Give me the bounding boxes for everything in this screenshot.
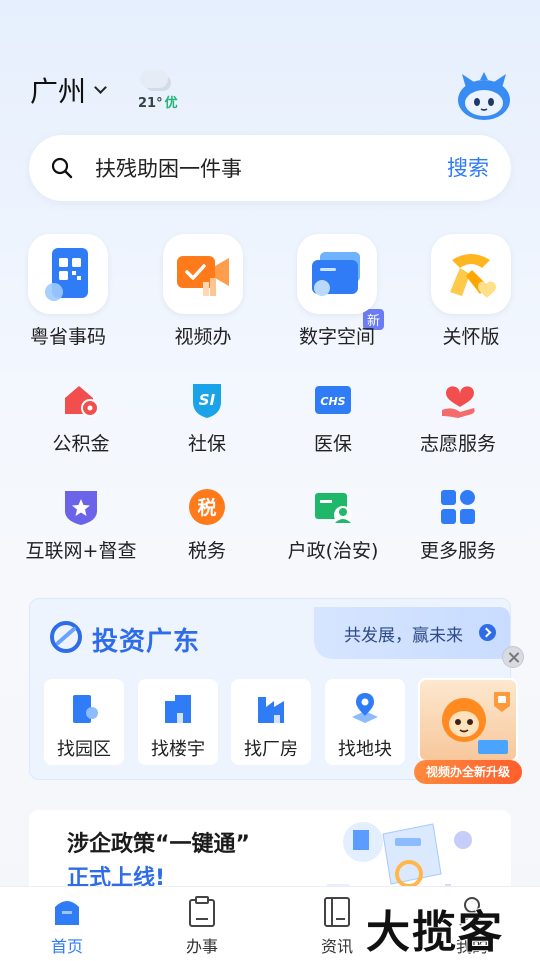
arrow-right-icon xyxy=(479,624,496,641)
svg-text:SI: SI xyxy=(199,391,216,409)
svg-text:税: 税 xyxy=(197,496,216,519)
service-label: 视频办 xyxy=(174,326,232,348)
tab-label: 办事 xyxy=(185,937,218,956)
service-label: 户政(治安) xyxy=(287,540,379,562)
factory-icon xyxy=(258,697,284,723)
svg-text:CHS: CHS xyxy=(320,395,345,408)
video-office-popup[interactable]: 视频办全新升级 xyxy=(414,678,522,786)
tax-icon: 税 xyxy=(189,489,225,525)
social-security-icon: SI xyxy=(193,384,221,418)
mascot-video-icon xyxy=(442,692,510,754)
clipboard-icon xyxy=(189,896,215,927)
find-factory-button[interactable]: 找厂房 xyxy=(231,679,311,765)
invest-slogan-button[interactable]: 共发展，赢未来 xyxy=(314,607,510,659)
assistant-avatar[interactable] xyxy=(456,68,512,122)
service-digital-space[interactable]: 数字空间 xyxy=(289,234,385,349)
air-quality: 优 xyxy=(164,96,178,111)
service-label: 志愿服务 xyxy=(419,433,496,455)
service-care-version[interactable]: 关怀版 xyxy=(423,234,519,349)
house-fund-icon xyxy=(65,386,99,417)
weather-temperature: 21° xyxy=(138,96,163,111)
news-book-icon xyxy=(324,897,350,927)
robot-mascot-icon xyxy=(458,72,510,120)
find-label: 找厂房 xyxy=(244,739,298,760)
search-input[interactable]: 扶残助困一件事新 xyxy=(95,153,385,330)
service-medical-insurance[interactable]: CHS 医保 xyxy=(273,380,393,456)
city-selector[interactable]: 广州 xyxy=(30,70,107,110)
policy-title: 涉企政策“一键通” xyxy=(67,832,250,857)
cloud-icon xyxy=(140,70,168,88)
find-park-button[interactable]: 找园区 xyxy=(44,679,124,765)
care-scarf-icon xyxy=(450,254,496,298)
find-label: 找地块 xyxy=(338,739,392,760)
office-building-icon xyxy=(165,695,191,723)
folder-cards-icon xyxy=(312,252,360,296)
video-camera-icon xyxy=(177,256,229,296)
service-label: 公积金 xyxy=(52,433,110,455)
service-yueshengshi-code[interactable]: 粤省事码 xyxy=(20,234,116,349)
service-label: 社保 xyxy=(187,433,226,455)
service-label: 税务 xyxy=(187,540,226,562)
qr-card-icon xyxy=(45,248,88,301)
tab-home[interactable]: 首页 xyxy=(22,895,112,957)
find-label: 找园区 xyxy=(57,739,111,760)
service-social-security[interactable]: SI 社保 xyxy=(147,380,267,456)
land-location-icon xyxy=(352,693,378,723)
service-household-registration[interactable]: 户政(治安) xyxy=(273,487,393,563)
service-label: 更多服务 xyxy=(419,540,496,562)
service-video[interactable]: 视频办 xyxy=(155,234,251,349)
close-popup-icon[interactable] xyxy=(502,646,524,668)
park-building-icon xyxy=(73,695,98,723)
service-volunteer[interactable]: 志愿服务 xyxy=(398,380,518,456)
service-label: 互联网+督查 xyxy=(25,540,137,562)
service-internet-supervision[interactable]: 互联网+督查 xyxy=(21,487,141,563)
home-icon xyxy=(55,901,79,925)
star-shield-icon xyxy=(65,491,97,525)
chevron-down-icon xyxy=(94,80,107,94)
volunteer-heart-icon xyxy=(442,386,475,418)
city-name: 广州 xyxy=(30,75,87,108)
service-label: 数字空间 xyxy=(298,326,375,348)
find-label: 找楼宇 xyxy=(151,739,205,760)
search-bar[interactable]: 扶残助困一件事新 搜索 xyxy=(29,135,511,330)
tab-label: 首页 xyxy=(50,937,83,956)
watermark-text: 大揽客 xyxy=(365,906,504,959)
service-label: 粤省事码 xyxy=(29,326,106,348)
medical-insurance-icon: CHS xyxy=(315,386,351,414)
weather-widget[interactable]: 21° 优 xyxy=(136,68,186,112)
find-building-button[interactable]: 找楼宇 xyxy=(138,679,218,765)
service-tax[interactable]: 税 税务 xyxy=(147,487,267,563)
find-land-button[interactable]: 找地块 xyxy=(325,679,405,765)
search-button[interactable]: 搜索 xyxy=(447,152,489,182)
grid-more-icon xyxy=(441,490,475,524)
slogan-text: 共发展，赢未来 xyxy=(344,626,463,646)
invest-logo-icon xyxy=(50,621,82,653)
service-housing-fund[interactable]: 公积金 xyxy=(21,380,141,456)
household-id-icon xyxy=(315,493,352,524)
search-icon xyxy=(51,157,73,179)
service-label: 关怀版 xyxy=(442,326,500,348)
video-popup-banner: 视频办全新升级 xyxy=(414,760,522,784)
tab-services[interactable]: 办事 xyxy=(157,895,247,957)
service-label: 医保 xyxy=(313,433,352,455)
invest-title: 投资广东 xyxy=(92,627,201,657)
search-query: 扶残助困一件事 xyxy=(95,157,242,181)
service-more[interactable]: 更多服务 xyxy=(398,487,518,563)
